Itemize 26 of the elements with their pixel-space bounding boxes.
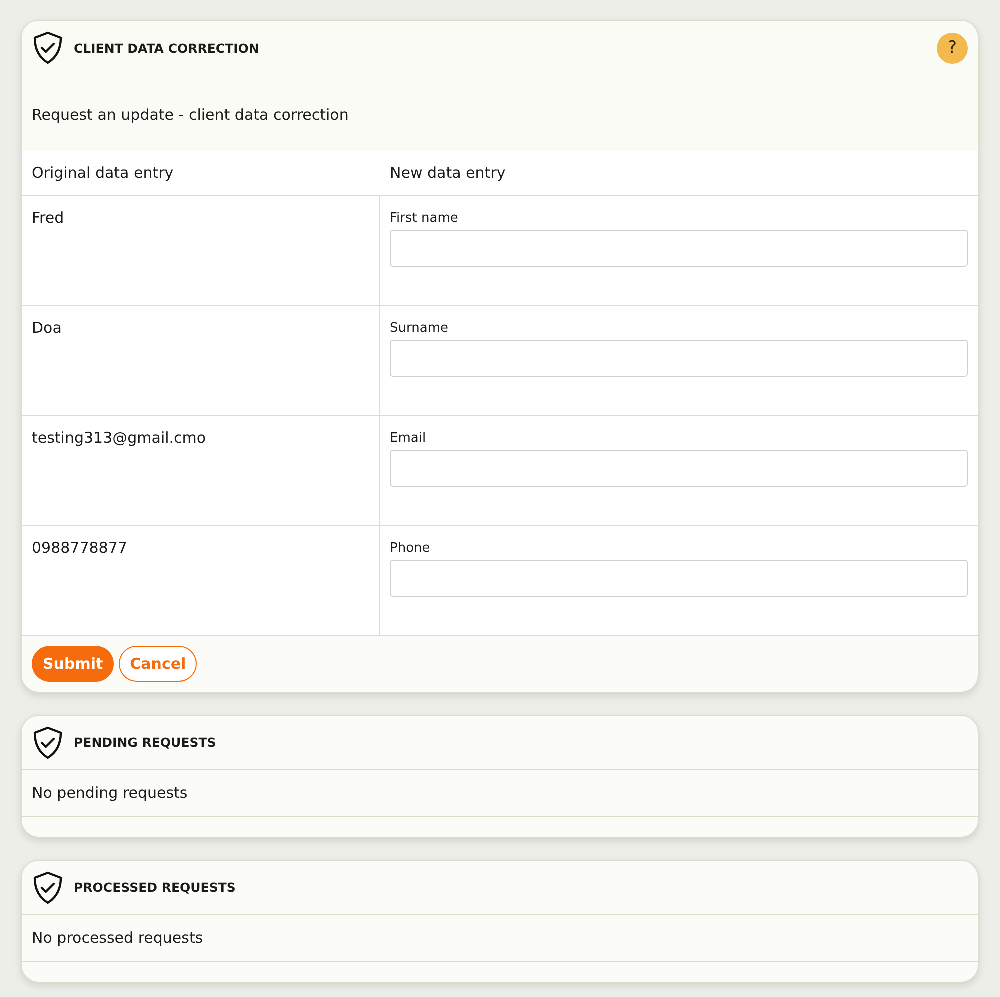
empty-message: No processed requests xyxy=(32,929,204,947)
card-title: PENDING REQUESTS xyxy=(74,735,218,750)
column-header: New data entry xyxy=(389,164,506,182)
intro-text: Request an update - client data correction xyxy=(31,105,350,126)
input-field[interactable] xyxy=(390,450,968,487)
shield-check-icon xyxy=(32,726,64,760)
original-value: testing313@gmail.cmo xyxy=(32,429,206,447)
cancel-button[interactable]: Cancel xyxy=(119,646,198,682)
field-label: First name xyxy=(390,211,458,226)
shield-check-icon xyxy=(32,870,64,904)
input-field[interactable] xyxy=(390,560,968,597)
card-title: PROCESSED REQUESTS xyxy=(74,880,237,895)
shield-check-icon xyxy=(32,31,64,65)
field-label: Email xyxy=(390,431,426,446)
field-label: Surname xyxy=(390,321,448,336)
original-value: Doa xyxy=(32,319,62,337)
submit-button[interactable]: Submit xyxy=(32,646,114,682)
column-header: Original data entry xyxy=(31,164,175,182)
help-button[interactable]: ? xyxy=(937,32,968,64)
field-label: Phone xyxy=(390,541,430,556)
empty-message: No pending requests xyxy=(32,784,188,802)
card-title: CLIENT DATA CORRECTION xyxy=(74,40,260,56)
original-value: 0988778877 xyxy=(32,539,128,557)
input-field[interactable] xyxy=(390,340,968,377)
input-field[interactable] xyxy=(390,230,968,267)
original-value: Fred xyxy=(32,209,64,227)
